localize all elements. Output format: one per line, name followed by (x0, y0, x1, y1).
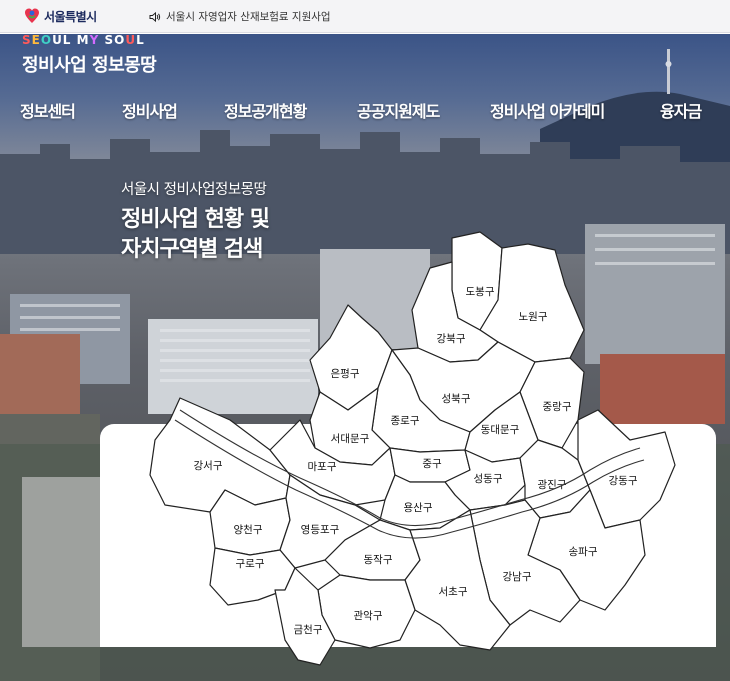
svg-text:양천구: 양천구 (234, 524, 263, 536)
svg-text:금천구: 금천구 (294, 624, 323, 636)
svg-text:도봉구: 도봉구 (466, 286, 495, 298)
svg-text:종로구: 종로구 (391, 415, 420, 427)
svg-text:강서구: 강서구 (194, 460, 223, 472)
svg-text:강동구: 강동구 (609, 475, 638, 487)
svg-text:용산구: 용산구 (404, 502, 433, 514)
svg-text:동작구: 동작구 (364, 554, 393, 566)
svg-text:중구: 중구 (422, 458, 442, 470)
district-gangseo[interactable]: 강서구 (149, 397, 291, 513)
svg-text:마포구: 마포구 (308, 461, 337, 473)
svg-text:구로구: 구로구 (236, 558, 265, 570)
svg-text:강남구: 강남구 (503, 571, 532, 583)
svg-text:중랑구: 중랑구 (543, 401, 572, 413)
seoul-district-map: 도봉구 노원구 강북구 은평구 성북구 중랑구 종로구 동대문구 서대문구 강서… (149, 231, 676, 666)
svg-text:성동구: 성동구 (474, 473, 503, 485)
svg-text:은평구: 은평구 (331, 368, 360, 380)
svg-text:성북구: 성북구 (442, 393, 471, 405)
svg-text:서초구: 서초구 (439, 586, 468, 598)
svg-text:영등포구: 영등포구 (301, 524, 340, 536)
svg-text:동대문구: 동대문구 (481, 424, 520, 436)
svg-text:관악구: 관악구 (354, 610, 383, 622)
svg-text:서대문구: 서대문구 (331, 433, 370, 445)
svg-text:강북구: 강북구 (437, 333, 466, 345)
svg-text:송파구: 송파구 (569, 546, 598, 558)
svg-text:노원구: 노원구 (519, 311, 548, 323)
